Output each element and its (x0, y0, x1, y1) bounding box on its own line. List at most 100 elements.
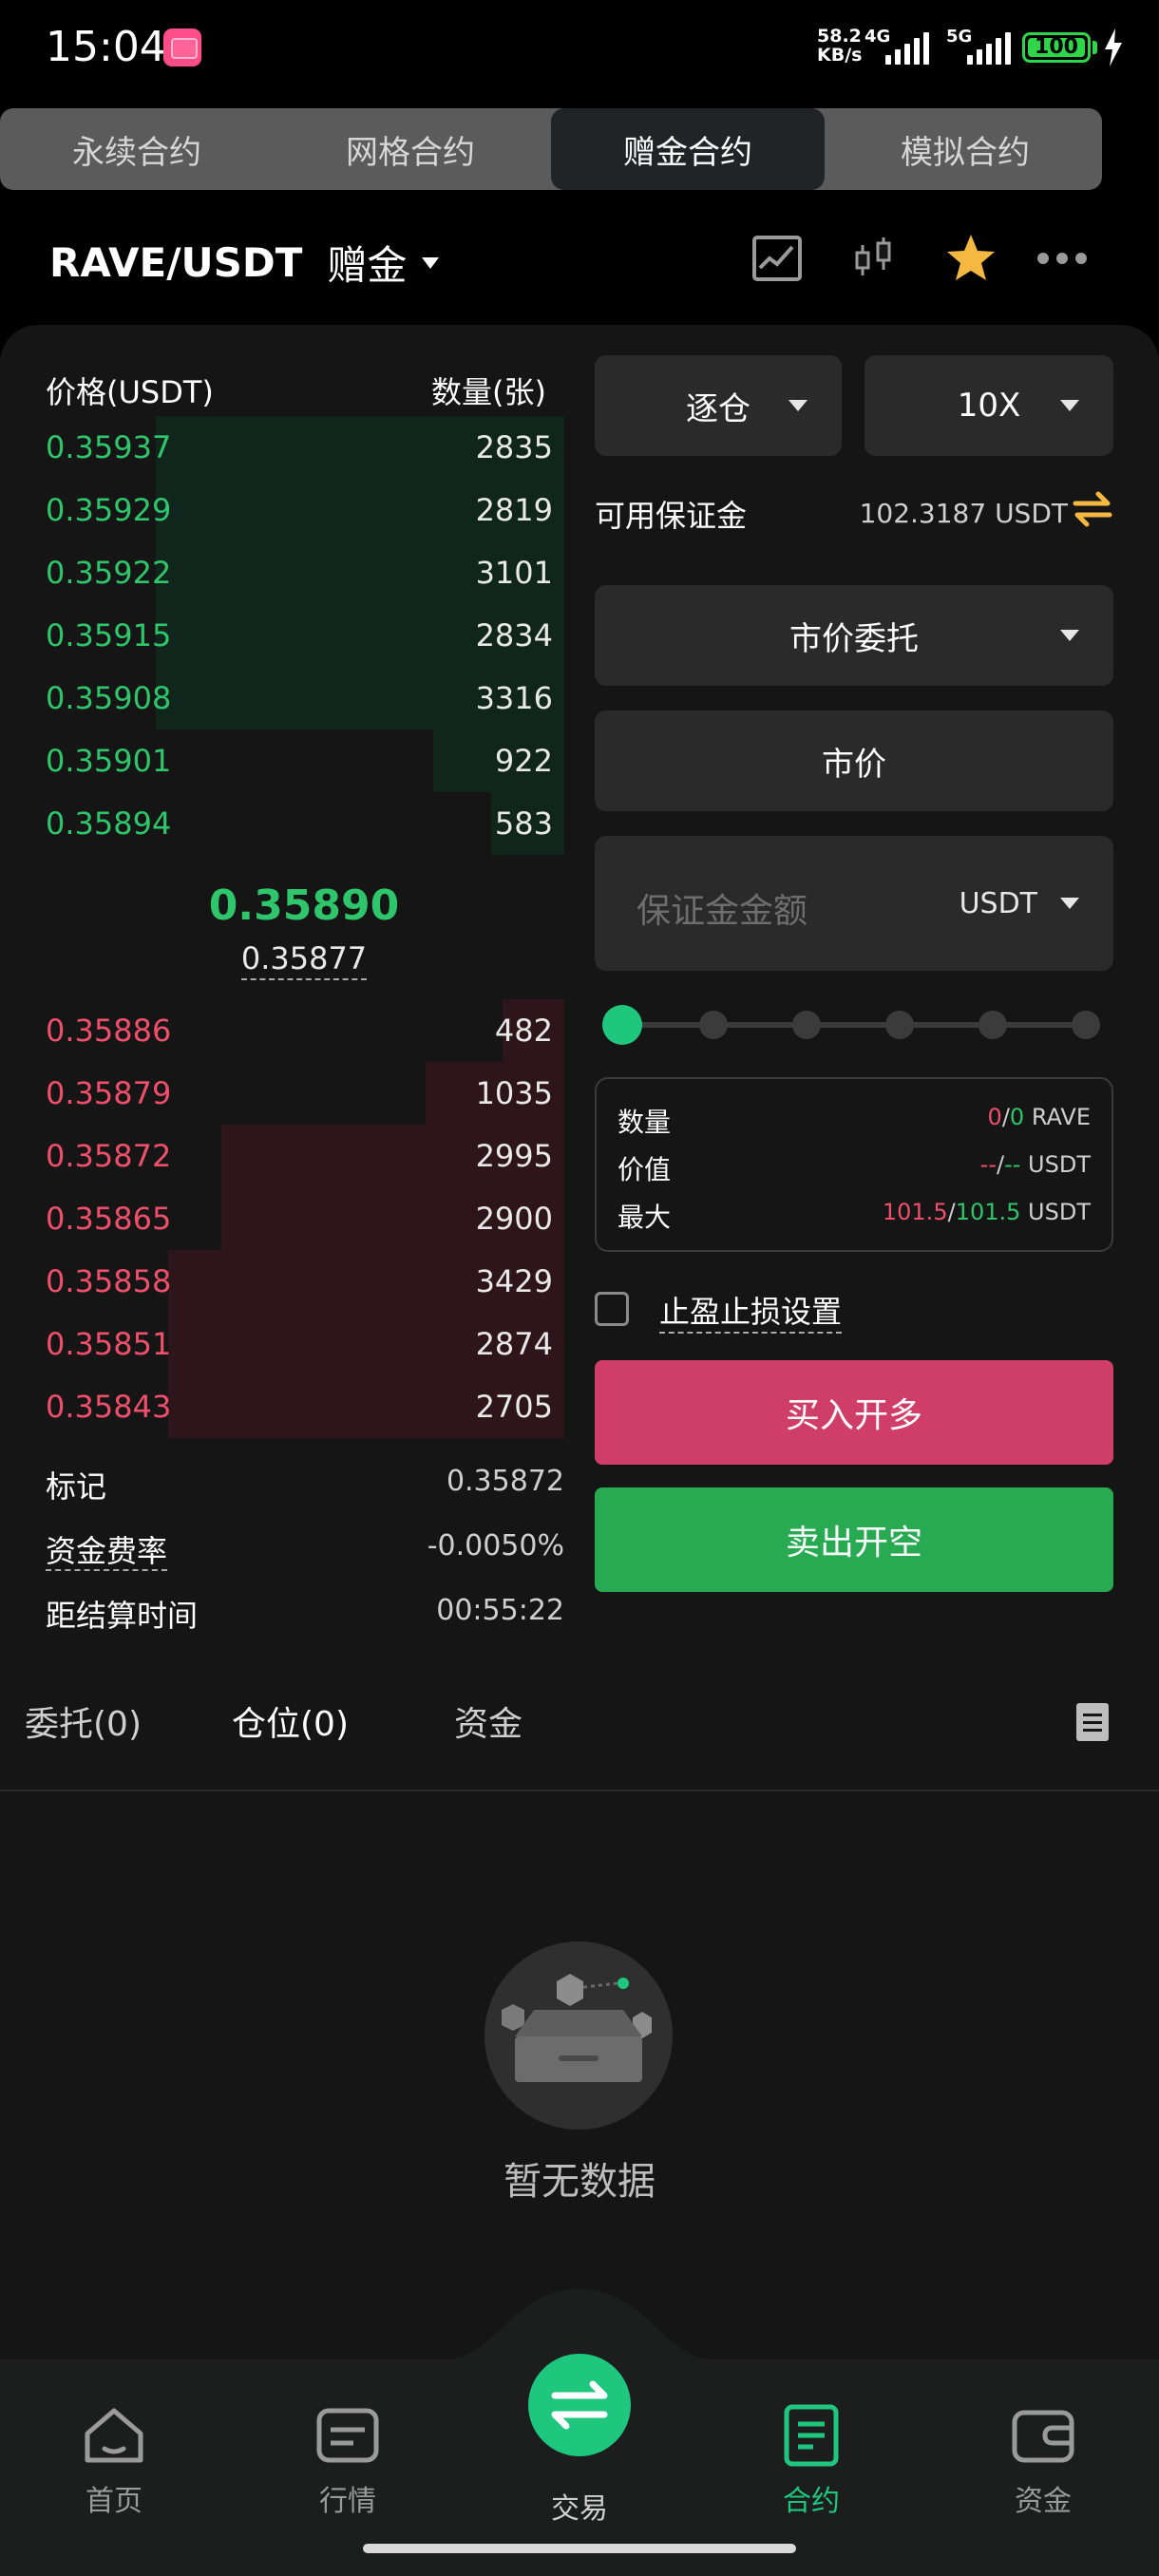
tpsl-checkbox[interactable] (595, 1292, 629, 1326)
home-icon (85, 2408, 143, 2463)
ask-quantity: 922 (494, 743, 553, 779)
orderbook-price-header: 价格(USDT) (46, 374, 214, 410)
slider-step-90[interactable] (978, 1011, 1007, 1039)
ask-row[interactable]: 0.35894 583 (0, 792, 570, 855)
available-margin-label: 可用保证金 (595, 498, 748, 534)
bid-price: 0.35865 (46, 1201, 172, 1237)
bid-quantity: 2705 (475, 1389, 553, 1425)
slider-track[interactable] (621, 1022, 1089, 1028)
ask-row[interactable]: 0.35901 922 (0, 729, 570, 792)
settlement-row: 距结算时间 00:55:22 (46, 1592, 564, 1636)
nav-home[interactable]: 首页 (38, 2403, 190, 2519)
ask-price: 0.35908 (46, 680, 172, 716)
bid-quantity: 482 (494, 1013, 553, 1049)
ask-row[interactable]: 0.35937 2835 (0, 416, 570, 479)
bid-row[interactable]: 0.35879 1035 (0, 1062, 570, 1125)
signal-icon-2 (967, 30, 1011, 65)
bid-row[interactable]: 0.35872 2995 (0, 1125, 570, 1187)
bid-price: 0.35879 (46, 1075, 172, 1111)
margin-unit-selector[interactable]: USDT (960, 887, 1037, 920)
quantity-label: 数量 (618, 1107, 672, 1138)
tab-bonus[interactable]: 赠金合约 (551, 108, 825, 190)
max-label: 最大 (618, 1202, 672, 1233)
slider-step-100[interactable] (1072, 1011, 1100, 1039)
bid-row[interactable]: 0.35858 3429 (0, 1250, 570, 1313)
separator: / (1001, 1104, 1010, 1130)
status-time: 15:04 (46, 23, 166, 71)
last-price: 0.35890 (208, 881, 400, 930)
ask-price: 0.35937 (46, 429, 172, 465)
bid-quantity: 2995 (475, 1138, 553, 1174)
ask-quantity: 2835 (475, 429, 553, 465)
bid-row[interactable]: 0.35865 2900 (0, 1187, 570, 1250)
ask-quantity: 583 (494, 805, 553, 842)
value-row: 价值 --/-- USDT (618, 1149, 1091, 1187)
max-row: 最大 101.5/101.5 USDT (618, 1197, 1091, 1235)
empty-box-icon (484, 1941, 673, 2130)
bid-price: 0.35886 (46, 1013, 172, 1049)
order-type-value: 市价委托 (789, 619, 919, 658)
buy-long-button[interactable]: 买入开多 (595, 1360, 1113, 1465)
sell-short-button[interactable]: 卖出开空 (595, 1487, 1113, 1592)
bid-quantity: 3429 (475, 1263, 553, 1299)
funding-rate-row[interactable]: 资金费率 -0.0050% (46, 1527, 564, 1571)
transfer-icon[interactable] (1072, 490, 1113, 528)
network-speed: 58.2 KB/s (817, 27, 862, 65)
pair-name: RAVE/USDT (49, 239, 303, 286)
app-notification-icon (163, 28, 201, 66)
status-bar: 15:04 58.2 KB/s 4G 5G 100 (0, 0, 1159, 95)
slider-step-25[interactable] (699, 1011, 728, 1039)
document-icon[interactable] (1075, 1702, 1110, 1742)
tab-positions[interactable]: 仓位(0) (232, 1696, 349, 1746)
ask-quantity: 3101 (475, 555, 553, 591)
candlestick-icon[interactable] (847, 232, 901, 285)
settlement-label: 距结算时间 (46, 1598, 199, 1634)
ask-row[interactable]: 0.35929 2819 (0, 479, 570, 541)
margin-amount-placeholder: 保证金金额 (636, 892, 808, 931)
price-field[interactable]: 市价 (595, 710, 1113, 811)
index-price: 0.35877 (0, 940, 608, 980)
home-indicator (363, 2544, 796, 2553)
nav-contract[interactable]: 合约 (735, 2403, 887, 2519)
bid-row[interactable]: 0.35843 2705 (0, 1375, 570, 1438)
chart-icon[interactable] (750, 232, 804, 285)
caret-down-icon (1060, 400, 1079, 411)
value-label: 价值 (618, 1154, 672, 1185)
tab-funds[interactable]: 资金 (454, 1696, 522, 1746)
bid-row[interactable]: 0.35851 2874 (0, 1313, 570, 1375)
bid-price: 0.35843 (46, 1389, 172, 1425)
swap-arrows-icon (551, 2380, 608, 2430)
bid-price: 0.35872 (46, 1138, 172, 1174)
nav-trade[interactable] (528, 2354, 631, 2456)
mark-price-row: 标记 0.35872 (46, 1463, 564, 1506)
tab-orders[interactable]: 委托(0) (25, 1696, 142, 1746)
margin-mode-value: 逐仓 (686, 389, 750, 428)
slider-step-50[interactable] (792, 1011, 821, 1039)
tab-perpetual[interactable]: 永续合约 (0, 108, 274, 190)
order-summary-box: 数量 0/0 RAVE 价值 --/-- USDT 最大 101.5/101.5… (595, 1077, 1113, 1252)
leverage-dropdown[interactable]: 10X (864, 355, 1113, 456)
leverage-value: 10X (957, 387, 1021, 425)
ask-row[interactable]: 0.35908 3316 (0, 667, 570, 729)
max-short: 101.5 (955, 1199, 1021, 1225)
nav-assets[interactable]: 资金 (967, 2403, 1119, 2519)
bid-row[interactable]: 0.35886 482 (0, 999, 570, 1062)
pair-selector[interactable]: RAVE/USDT 赠金 (49, 234, 440, 292)
charging-icon (1105, 28, 1122, 66)
slider-handle[interactable] (602, 1005, 642, 1045)
mark-price-label: 标记 (46, 1468, 107, 1505)
ask-row[interactable]: 0.35922 3101 (0, 541, 570, 604)
nav-market[interactable]: 行情 (272, 2403, 424, 2519)
order-type-dropdown[interactable]: 市价委托 (595, 585, 1113, 686)
more-icon[interactable] (1036, 232, 1089, 285)
nav-trade-label: 交易 (551, 2492, 608, 2526)
tab-grid[interactable]: 网格合约 (274, 108, 547, 190)
ask-quantity: 2834 (475, 617, 553, 653)
margin-amount-input[interactable]: 保证金金额 USDT (595, 836, 1113, 971)
slider-step-75[interactable] (885, 1011, 914, 1039)
star-icon[interactable] (944, 232, 998, 285)
tpsl-settings-link[interactable]: 止盈止损设置 (659, 1288, 843, 1334)
tab-demo[interactable]: 模拟合约 (828, 108, 1102, 190)
ask-row[interactable]: 0.35915 2834 (0, 604, 570, 667)
margin-mode-dropdown[interactable]: 逐仓 (595, 355, 842, 456)
